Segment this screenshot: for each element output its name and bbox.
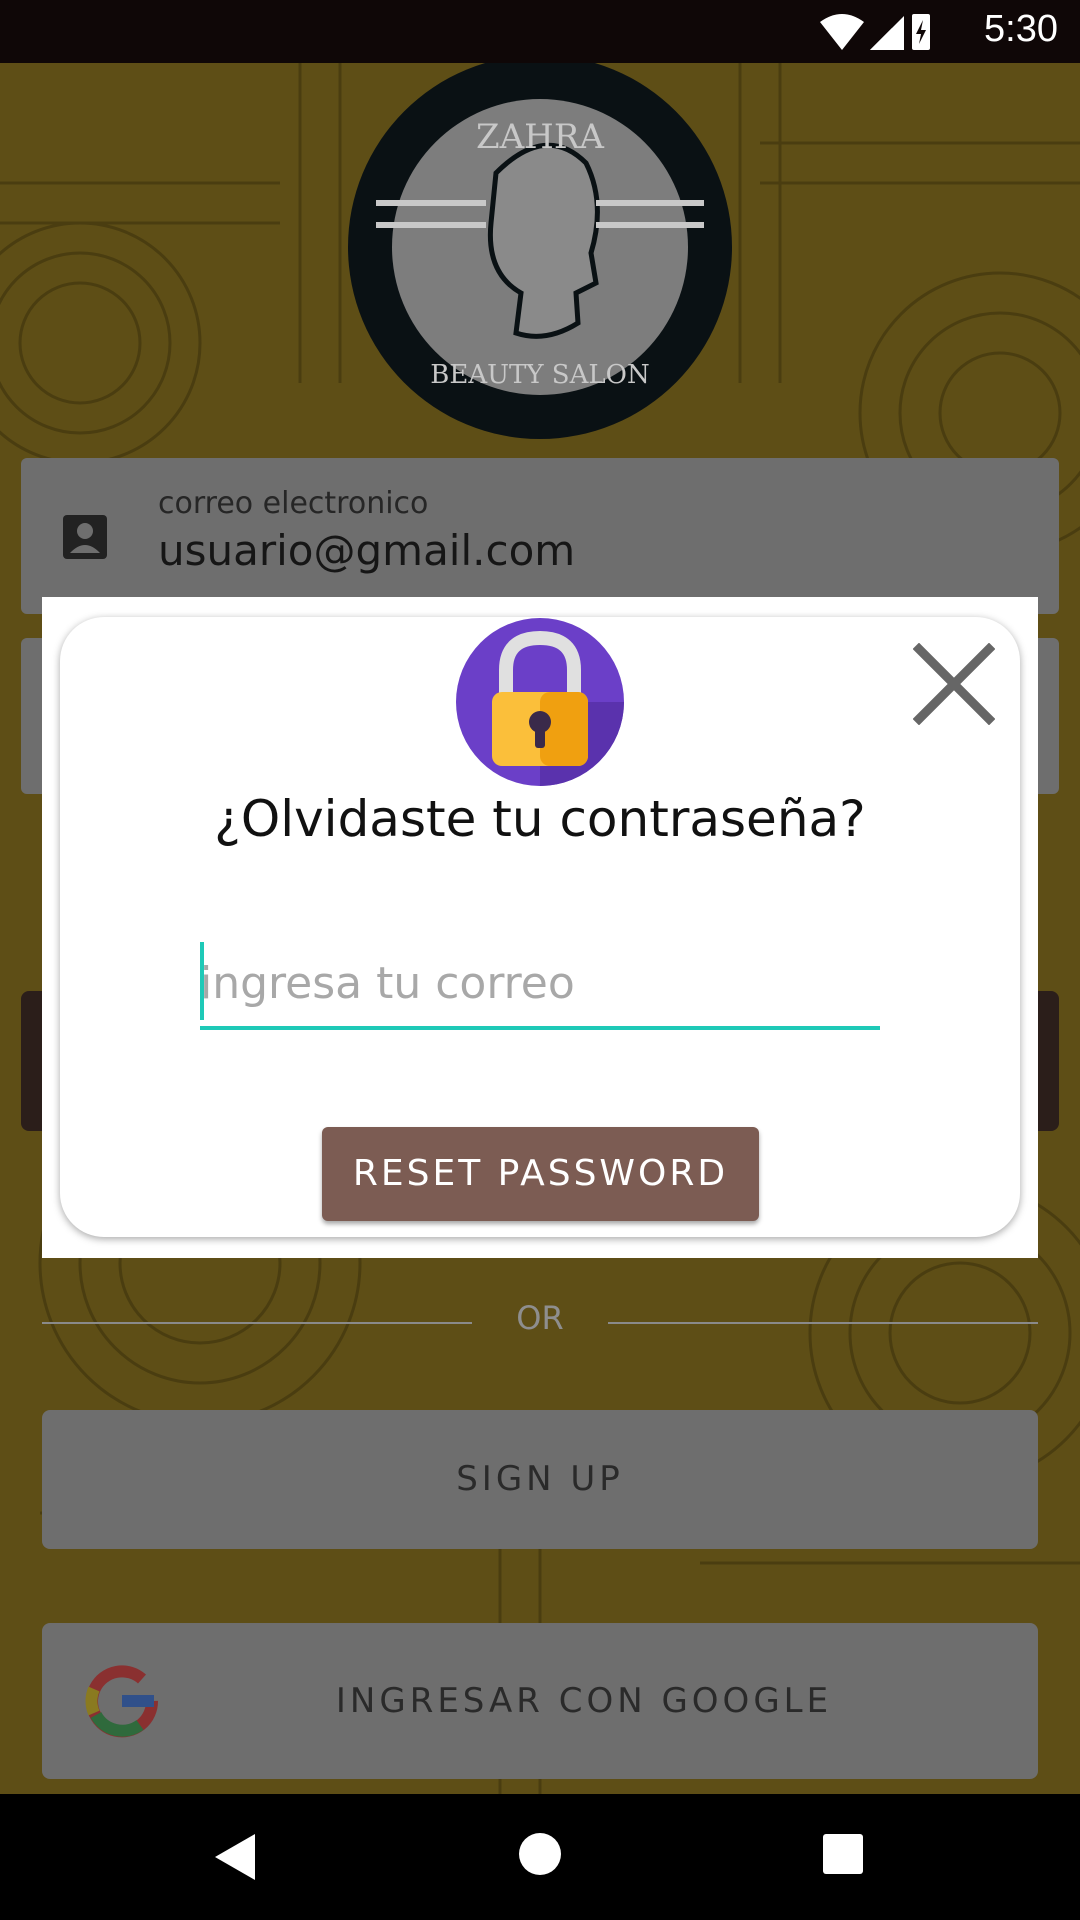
google-signin-button[interactable]: INGRESAR CON GOOGLE <box>42 1623 1038 1779</box>
logo-text-bottom: BEAUTY SALON <box>430 360 649 390</box>
home-icon[interactable] <box>518 1832 562 1876</box>
navigation-bar <box>0 1794 1080 1920</box>
signup-button[interactable]: SIGN UP <box>42 1410 1038 1549</box>
google-icon <box>85 1665 159 1738</box>
back-icon[interactable] <box>213 1832 257 1882</box>
recents-icon[interactable] <box>823 1834 863 1874</box>
email-field[interactable]: correo electronico usuario@gmail.com <box>21 458 1059 614</box>
reset-email-input[interactable] <box>200 940 880 1030</box>
salon-logo: ZAHRA BEAUTY SALON <box>346 63 734 441</box>
reset-password-button[interactable]: RESET PASSWORD <box>322 1127 759 1221</box>
status-bar: 5:30 <box>0 0 1080 63</box>
or-label: OR <box>516 1299 564 1337</box>
email-field-label: correo electronico <box>158 486 429 521</box>
lock-icon <box>456 618 624 786</box>
logo-text-top: ZAHRA <box>476 117 604 157</box>
close-icon[interactable] <box>913 643 995 725</box>
signup-button-label: SIGN UP <box>456 1459 624 1499</box>
text-cursor <box>200 942 204 1020</box>
wifi-icon <box>820 14 864 50</box>
account-box-icon <box>63 515 107 559</box>
google-signin-label: INGRESAR CON GOOGLE <box>335 1681 833 1721</box>
status-time: 5:30 <box>984 8 1058 50</box>
dialog-title: ¿Olvidaste tu contraseña? <box>214 790 866 848</box>
status-icons <box>820 12 930 56</box>
email-field-value: usuario@gmail.com <box>158 526 576 575</box>
